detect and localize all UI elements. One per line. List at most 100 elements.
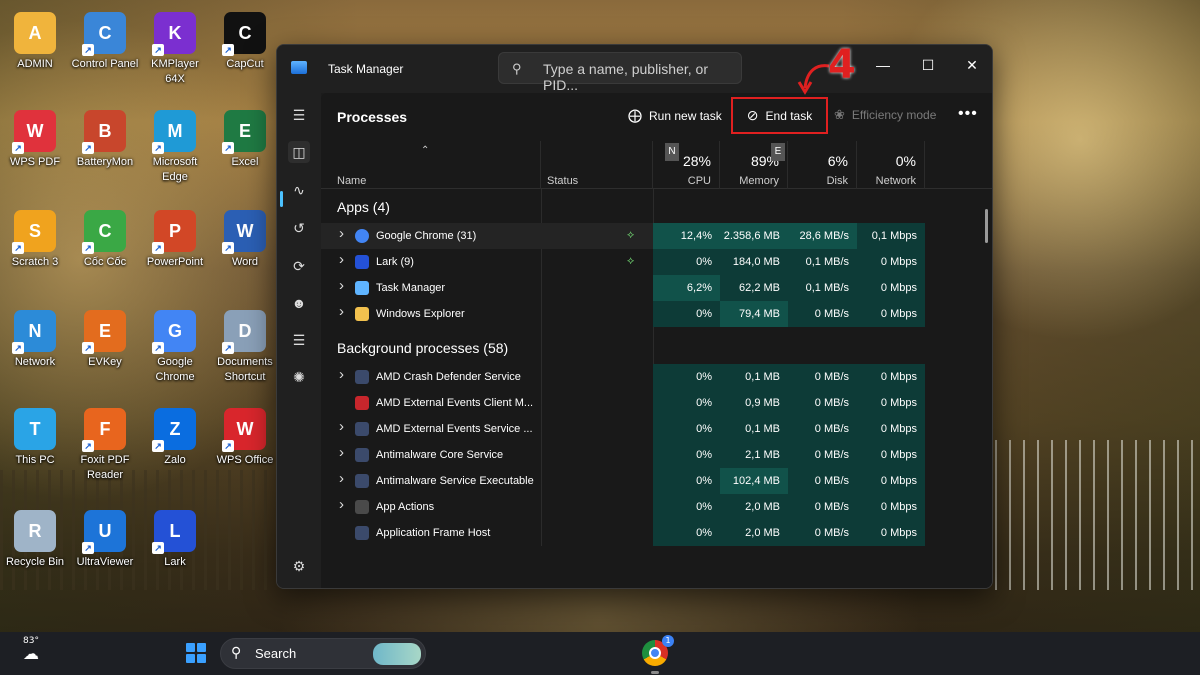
app-icon: C ↗ xyxy=(222,12,266,56)
app-icon: M ↗ xyxy=(152,110,196,154)
desktop-icon[interactable]: K ↗ KMPlayer 64X xyxy=(140,8,210,87)
start-button[interactable] xyxy=(186,643,206,663)
performance-icon[interactable]: ∿ xyxy=(288,179,310,201)
desktop-icon[interactable]: W ↗ Word xyxy=(210,206,280,270)
desktop-icon[interactable]: S ↗ Scratch 3 xyxy=(0,206,70,270)
desktop-icon-label: Control Panel xyxy=(71,58,139,70)
process-row[interactable]: › Task Manager 6,2% 62,2 MB 0,1 MB/s 0 Mbps xyxy=(321,275,925,301)
close-button[interactable]: ✕ xyxy=(952,53,992,77)
app-icon: E ↗ xyxy=(82,310,126,354)
expand-chevron-icon[interactable]: › xyxy=(339,303,344,320)
process-row[interactable]: › AMD Crash Defender Service 0% 0,1 MB 0 MB/… xyxy=(321,364,925,390)
desktop-icon[interactable]: E ↗ Excel xyxy=(210,106,280,170)
memory-cell: 2,0 MB xyxy=(720,520,788,546)
shortcut-arrow-icon: ↗ xyxy=(222,44,234,56)
minimize-button[interactable]: — xyxy=(863,53,903,77)
expand-chevron-icon[interactable]: › xyxy=(339,496,344,513)
desktop-icon-label: PowerPoint xyxy=(146,256,204,268)
process-name: Windows Explorer xyxy=(376,308,465,320)
disk-cell: 0 MB/s xyxy=(788,442,857,468)
weather-widget[interactable]: 83° ☁ xyxy=(16,636,46,662)
desktop-icon[interactable]: R Recycle Bin xyxy=(0,506,70,570)
expand-chevron-icon[interactable]: › xyxy=(339,366,344,383)
desktop-icon[interactable]: Z ↗ Zalo xyxy=(140,404,210,468)
desktop-icon-label: Scratch 3 xyxy=(11,256,59,268)
desktop-icon-label: KMPlayer 64X xyxy=(151,58,199,85)
settings-gear-icon[interactable]: ⚙ xyxy=(288,555,310,577)
app-history-icon[interactable]: ↺ xyxy=(288,217,310,239)
name-column-header[interactable]: ⌃ Name xyxy=(321,141,541,189)
expand-chevron-icon[interactable]: › xyxy=(339,251,344,268)
expand-chevron-icon[interactable]: › xyxy=(339,277,344,294)
desktop-icon[interactable]: W ↗ WPS Office xyxy=(210,404,280,468)
desktop-icon-label: BatteryMon xyxy=(76,156,134,168)
hamburger-menu-icon[interactable]: ☰ xyxy=(288,104,310,126)
memory-cell: 79,4 MB xyxy=(720,301,788,327)
maximize-button[interactable]: ☐ xyxy=(908,53,948,77)
cpu-column-header[interactable]: N 28% CPU xyxy=(653,141,720,189)
shortcut-arrow-icon: ↗ xyxy=(152,44,164,56)
memory-cell: 184,0 MB xyxy=(720,249,788,275)
desktop-icon[interactable]: U ↗ UltraViewer xyxy=(70,506,140,570)
desktop-icon[interactable]: D ↗ Documents Shortcut xyxy=(210,306,280,385)
process-icon xyxy=(355,396,369,410)
search-input[interactable]: ⚲ Type a name, publisher, or PID... xyxy=(498,52,742,93)
scrollbar-thumb[interactable] xyxy=(985,209,988,243)
name-header-label: Name xyxy=(337,175,367,187)
process-row[interactable]: › App Actions 0% 2,0 MB 0 MB/s 0 Mbps xyxy=(321,494,925,520)
taskbar-search[interactable]: ⚲ Search xyxy=(220,638,426,669)
run-new-task-button[interactable]: ⨁ Run new task xyxy=(628,107,722,124)
expand-chevron-icon[interactable]: › xyxy=(339,470,344,487)
disk-cell: 0 MB/s xyxy=(788,390,857,416)
process-row[interactable]: › Windows Explorer 0% 79,4 MB 0 MB/s 0 Mbps xyxy=(321,301,925,327)
desktop-icon[interactable]: T This PC xyxy=(0,404,70,468)
process-row[interactable]: AMD External Events Client M... 0% 0,9 MB 0… xyxy=(321,390,925,416)
desktop-icon[interactable]: B ↗ BatteryMon xyxy=(70,106,140,170)
process-row[interactable]: › Antimalware Service Executable 0% 102,4 M… xyxy=(321,468,925,494)
disk-column-header[interactable]: 6% Disk xyxy=(788,141,857,189)
expand-chevron-icon[interactable]: › xyxy=(339,225,344,242)
expand-chevron-icon[interactable]: › xyxy=(339,418,344,435)
cpu-cell: 0% xyxy=(653,442,720,468)
desktop-icon[interactable]: N ↗ Network xyxy=(0,306,70,370)
process-row[interactable]: › Google Chrome (31) ⟡ 12,4% 2.358,6 MB 28,6 … xyxy=(321,223,925,249)
startup-apps-icon[interactable]: ⟳ xyxy=(288,255,310,277)
desktop-icon[interactable]: C ↗ CapCut xyxy=(210,8,280,72)
taskbar: 83° ☁ ⚲ Search 1 xyxy=(0,632,1200,675)
end-task-button[interactable]: ⊘ End task xyxy=(731,97,828,134)
process-row[interactable]: › Antimalware Core Service 0% 2,1 MB 0 MB/s 0… xyxy=(321,442,925,468)
desktop-icon[interactable]: L ↗ Lark xyxy=(140,506,210,570)
processes-icon[interactable]: ◫ xyxy=(288,141,310,163)
expand-chevron-icon[interactable]: › xyxy=(339,444,344,461)
process-row[interactable]: › Lark (9) ⟡ 0% 184,0 MB 0,1 MB/s 0 Mbps xyxy=(321,249,925,275)
network-column-header[interactable]: 0% Network xyxy=(857,141,925,189)
desktop-icon[interactable]: A ADMIN xyxy=(0,8,70,72)
process-icon xyxy=(355,307,369,321)
desktop-icon[interactable]: C ↗ Cốc Cốc xyxy=(70,206,140,270)
users-icon[interactable]: ☻ xyxy=(288,292,310,314)
services-icon[interactable]: ✺ xyxy=(288,366,310,388)
desktop-icon[interactable]: P ↗ PowerPoint xyxy=(140,206,210,270)
desktop-icon-label: Zalo xyxy=(164,454,186,466)
process-row[interactable]: Application Frame Host 0% 2,0 MB 0 MB/s 0 Mb… xyxy=(321,520,925,546)
process-row[interactable]: › AMD External Events Service ... 0% 0,1 MB… xyxy=(321,416,925,442)
taskbar-chrome-icon[interactable]: 1 xyxy=(642,635,674,666)
run-task-icon: ⨁ xyxy=(628,107,642,123)
details-icon[interactable]: ☰ xyxy=(288,329,310,351)
task-manager-window: Task Manager ⚲ Type a name, publisher, o… xyxy=(276,44,993,589)
desktop-icon[interactable]: F ↗ Foxit PDF Reader xyxy=(70,404,140,483)
cpu-cell: 12,4% xyxy=(653,223,720,249)
desktop-icon[interactable]: E ↗ EVKey xyxy=(70,306,140,370)
active-indicator xyxy=(280,191,283,207)
desktop-icon[interactable]: C ↗ Control Panel xyxy=(70,8,140,72)
shortcut-arrow-icon: ↗ xyxy=(12,142,24,154)
desktop-icon[interactable]: G ↗ Google Chrome xyxy=(140,306,210,385)
status-column-header[interactable]: Status xyxy=(541,141,653,189)
desktop-icon[interactable]: M ↗ Microsoft Edge xyxy=(140,106,210,185)
memory-header-label: Memory xyxy=(739,175,779,187)
more-options-button[interactable]: ••• xyxy=(958,105,978,123)
memory-column-header[interactable]: 89% E Memory xyxy=(720,141,788,189)
efficiency-mode-button[interactable]: ❀ Efficiency mode xyxy=(834,107,936,123)
app-icon: L ↗ xyxy=(152,510,196,554)
desktop-icon[interactable]: W ↗ WPS PDF xyxy=(0,106,70,170)
